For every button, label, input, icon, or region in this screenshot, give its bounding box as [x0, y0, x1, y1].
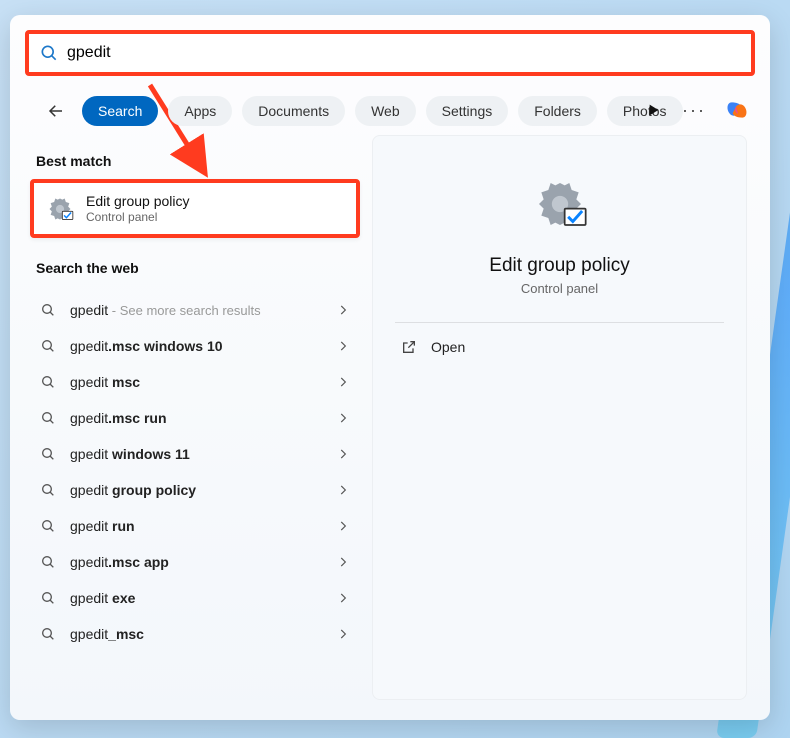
best-match-result[interactable]: Edit group policy Control panel: [30, 179, 360, 238]
web-result-label: gpedit_msc: [70, 626, 322, 642]
search-icon: [39, 43, 59, 63]
web-result-label: gpedit.msc windows 10: [70, 338, 322, 354]
web-result-label: gpedit exe: [70, 590, 322, 606]
search-icon: [40, 554, 56, 570]
chevron-right-icon: [336, 339, 350, 353]
search-icon: [40, 626, 56, 642]
tab-search[interactable]: Search: [82, 96, 158, 126]
web-result[interactable]: gpedit.msc windows 10: [30, 328, 360, 364]
web-result-label: gpedit.msc app: [70, 554, 322, 570]
tab-settings[interactable]: Settings: [426, 96, 509, 126]
chevron-right-icon: [336, 375, 350, 389]
chevron-right-icon: [336, 627, 350, 641]
chevron-right-icon: [336, 483, 350, 497]
web-results-list: gpedit - See more search results gpedit.m…: [30, 292, 360, 652]
web-result[interactable]: gpedit group policy: [30, 472, 360, 508]
gear-check-large-icon: [532, 176, 588, 232]
chevron-right-icon: [336, 555, 350, 569]
search-icon: [40, 410, 56, 426]
preview-pane: Edit group policy Control panel Open: [372, 135, 747, 700]
search-icon: [40, 590, 56, 606]
web-result[interactable]: gpedit msc: [30, 364, 360, 400]
more-options-icon[interactable]: ···: [682, 100, 706, 121]
filter-tab-row: Search Apps Documents Web Settings Folde…: [40, 95, 683, 127]
search-panel: Search Apps Documents Web Settings Folde…: [10, 15, 770, 720]
search-input[interactable]: [59, 38, 751, 68]
web-result-label: gpedit.msc run: [70, 410, 322, 426]
web-result-label: gpedit group policy: [70, 482, 322, 498]
web-result-label: gpedit - See more search results: [70, 302, 322, 318]
open-label: Open: [431, 339, 465, 355]
open-action[interactable]: Open: [373, 323, 746, 371]
web-result[interactable]: gpedit.msc run: [30, 400, 360, 436]
best-match-title: Edit group policy: [86, 193, 190, 209]
search-icon: [40, 302, 56, 318]
chevron-right-icon: [336, 303, 350, 317]
search-icon: [40, 446, 56, 462]
search-icon: [40, 482, 56, 498]
tab-web[interactable]: Web: [355, 96, 416, 126]
copilot-icon[interactable]: [724, 97, 750, 123]
section-header-web: Search the web: [30, 252, 360, 286]
web-result[interactable]: gpedit_msc: [30, 616, 360, 652]
best-match-text: Edit group policy Control panel: [86, 193, 190, 224]
preview-title: Edit group policy: [373, 255, 746, 277]
chevron-right-icon: [336, 519, 350, 533]
web-result-label: gpedit run: [70, 518, 322, 534]
chat-icon[interactable]: [642, 99, 664, 121]
web-result[interactable]: gpedit run: [30, 508, 360, 544]
web-result[interactable]: gpedit exe: [30, 580, 360, 616]
preview-subtitle: Control panel: [373, 281, 746, 296]
chevron-right-icon: [336, 591, 350, 605]
back-button[interactable]: [40, 95, 72, 127]
web-result-label: gpedit windows 11: [70, 446, 322, 462]
search-icon: [40, 374, 56, 390]
tab-apps[interactable]: Apps: [168, 96, 232, 126]
web-result[interactable]: gpedit windows 11: [30, 436, 360, 472]
tab-documents[interactable]: Documents: [242, 96, 345, 126]
gear-check-icon: [46, 195, 74, 223]
search-icon: [40, 338, 56, 354]
web-result[interactable]: gpedit - See more search results: [30, 292, 360, 328]
web-result[interactable]: gpedit.msc app: [30, 544, 360, 580]
web-result-label: gpedit msc: [70, 374, 322, 390]
open-external-icon: [401, 339, 417, 355]
search-icon: [40, 518, 56, 534]
results-column: Best match Edit group policy Control pan…: [30, 145, 360, 652]
tab-folders[interactable]: Folders: [518, 96, 597, 126]
header-right-actions: ···: [642, 97, 750, 123]
chevron-right-icon: [336, 411, 350, 425]
chevron-right-icon: [336, 447, 350, 461]
section-header-best-match: Best match: [30, 145, 360, 179]
search-box-highlight: [25, 30, 755, 76]
best-match-subtitle: Control panel: [86, 210, 190, 224]
